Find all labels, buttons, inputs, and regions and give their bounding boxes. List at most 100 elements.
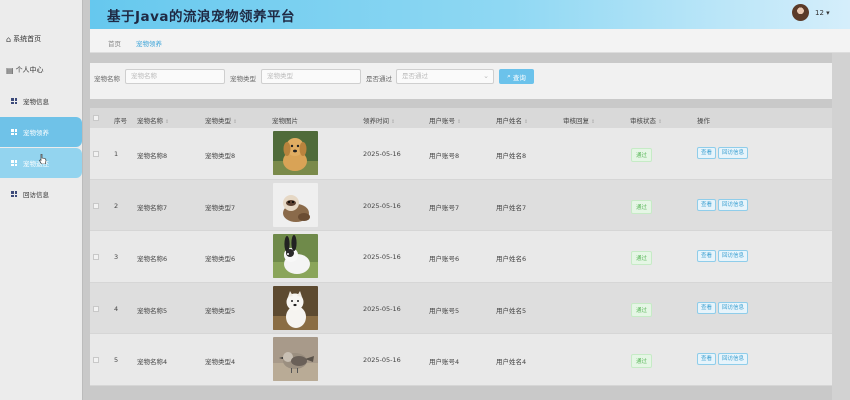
- cell-account: 用户账号8: [429, 152, 460, 160]
- avatar[interactable]: [792, 4, 809, 21]
- status-badge: 通过: [631, 199, 653, 214]
- cell-name: 宠物名称5: [137, 306, 168, 315]
- cell-username: 用户姓名7: [496, 203, 527, 212]
- grid-icon: [11, 191, 17, 197]
- cell-date: 2025-05-16: [363, 356, 401, 364]
- col-index: 序号: [114, 117, 127, 125]
- sort-icon: ⇕: [591, 119, 596, 125]
- row-checkbox[interactable]: [93, 202, 99, 209]
- view-button[interactable]: 查看: [697, 301, 717, 314]
- visit-info-button[interactable]: 回访信息: [718, 353, 749, 365]
- cell-date: 2025-05-16: [363, 150, 401, 158]
- col-photo: 宠物图片: [272, 117, 298, 125]
- status-badge: 通过: [631, 302, 653, 317]
- grid-icon: [11, 98, 17, 104]
- pass-status-placeholder: 是否通过: [402, 72, 428, 80]
- view-button[interactable]: 查看: [697, 147, 717, 159]
- adoption-table: 序号 宠物名称 ⇕ 宠物类型 ⇕ 宠物图片 领养时间 ⇕ 用户账号 ⇕ 用户姓名 ⇕ 审核…: [90, 108, 832, 386]
- col-date[interactable]: 领养时间 ⇕: [363, 115, 395, 125]
- cell-account: 用户账号7: [429, 203, 460, 212]
- view-button[interactable]: 查看: [697, 353, 717, 365]
- pass-status-select[interactable]: 是否通过 ⌄: [396, 69, 494, 84]
- cell-account: 用户账号6: [429, 255, 460, 263]
- pet-photo[interactable]: [273, 234, 318, 278]
- breadcrumb-current: 宠物领养: [136, 40, 162, 48]
- pet-photo[interactable]: [273, 131, 318, 175]
- row-checkbox[interactable]: [93, 357, 99, 363]
- pet-name-input[interactable]: 宠物名称: [125, 69, 225, 84]
- query-button[interactable]: ⌕ 查询: [499, 69, 534, 84]
- cell-username: 用户姓名8: [496, 152, 527, 160]
- cell-index: 5: [114, 356, 119, 364]
- cell-type: 宠物类型7: [205, 203, 236, 212]
- col-type[interactable]: 宠物类型 ⇕: [205, 115, 237, 125]
- sidebar-item-pet-info[interactable]: 宠物信息: [0, 86, 82, 116]
- cell-type: 宠物类型6: [205, 255, 236, 263]
- top-header: 基于Java的流浪宠物领养平台 12 ▾: [90, 0, 850, 29]
- cell-name: 宠物名称6: [137, 255, 168, 263]
- visit-info-button[interactable]: 回访信息: [718, 147, 749, 159]
- home-icon: ⌂: [6, 34, 12, 44]
- cell-name: 宠物名称7: [137, 203, 168, 212]
- select-all-checkbox[interactable]: [93, 115, 99, 121]
- col-status[interactable]: 审核状态 ⇕: [630, 115, 662, 125]
- status-badge: 通过: [631, 148, 653, 162]
- app-title: 基于Java的流浪宠物领养平台: [107, 9, 296, 25]
- view-button[interactable]: 查看: [697, 198, 717, 211]
- cell-date: 2025-05-16: [363, 304, 401, 313]
- sidebar-item-label: 个人中心: [15, 66, 44, 74]
- cell-name: 宠物名称4: [137, 358, 168, 366]
- cell-type: 宠物类型5: [205, 306, 236, 315]
- table-header: 序号 宠物名称 ⇕ 宠物类型 ⇕ 宠物图片 领养时间 ⇕ 用户账号 ⇕ 用户姓名 ⇕ 审核…: [90, 108, 832, 128]
- col-account[interactable]: 用户账号 ⇕: [429, 115, 461, 125]
- sidebar-item-visit[interactable]: 回访信息: [0, 179, 82, 209]
- visit-info-button[interactable]: 回访信息: [718, 250, 749, 262]
- scrollbar-track[interactable]: [832, 53, 850, 400]
- col-ops: 操作: [697, 117, 710, 125]
- hand-cursor-icon: [39, 154, 47, 164]
- sort-icon: ⇕: [391, 119, 396, 125]
- table-body: 1 宠物名称8 宠物类型8 2025-05-16 用户账号8 用户姓名8 通过 查看 回访信息 2…: [90, 128, 832, 386]
- table-row: 3 宠物名称6 宠物类型6 2025-05-16 用户账号6 用户姓名6 通过 查看 回访信息: [90, 231, 832, 283]
- table-row: 2 宠物名称7 宠物类型7 2025-05-16 用户账号7 用户姓名7 通过 查看 回访信息: [90, 179, 832, 231]
- pet-photo[interactable]: [273, 337, 318, 381]
- visit-info-button[interactable]: 回访信息: [718, 301, 749, 314]
- row-checkbox[interactable]: [93, 151, 99, 157]
- sidebar: ⌂ 系统首页 ▤ 个人中心 宠物信息 宠物领养 宠物退还 回访信息: [0, 0, 83, 400]
- cell-username: 用户姓名6: [496, 255, 527, 263]
- breadcrumb-home[interactable]: 首页: [108, 38, 121, 48]
- col-name[interactable]: 宠物名称 ⇕: [137, 115, 169, 125]
- row-checkbox[interactable]: [93, 254, 99, 260]
- table-row: 4 宠物名称5 宠物类型5 2025-05-16 用户账号5 用户姓名5 通过 查看 回访信息: [90, 282, 832, 334]
- pet-photo[interactable]: [273, 285, 318, 330]
- pet-photo[interactable]: [273, 182, 318, 227]
- status-badge: 通过: [631, 251, 653, 265]
- sort-icon: ⇕: [524, 119, 529, 125]
- chevron-down-icon: ⌄: [483, 72, 489, 80]
- pet-type-label: 宠物类型: [230, 75, 256, 83]
- status-badge: 通过: [631, 354, 653, 368]
- pet-type-input[interactable]: 宠物类型: [261, 69, 361, 84]
- cell-date: 2025-05-16: [363, 253, 401, 261]
- sidebar-item-adoption[interactable]: 宠物领养: [0, 117, 82, 147]
- visit-info-button[interactable]: 回访信息: [718, 198, 749, 211]
- cell-date: 2025-05-16: [363, 201, 401, 210]
- col-username[interactable]: 用户姓名 ⇕: [496, 115, 528, 125]
- cell-index: 1: [114, 150, 119, 158]
- user-menu[interactable]: 12 ▾: [815, 9, 830, 17]
- query-button-label: 查询: [512, 73, 526, 82]
- row-checkbox[interactable]: [93, 305, 99, 312]
- sidebar-item-profile[interactable]: ▤ 个人中心: [0, 55, 82, 85]
- pet-name-label: 宠物名称: [94, 75, 120, 83]
- col-reply[interactable]: 审核回复 ⇕: [563, 115, 595, 125]
- search-panel: 宠物名称 宠物名称 宠物类型 宠物类型 是否通过 是否通过 ⌄ ⌕ 查询: [90, 63, 832, 99]
- profile-icon: ▤: [6, 65, 14, 75]
- view-button[interactable]: 查看: [697, 250, 717, 262]
- cell-index: 2: [114, 201, 119, 210]
- sidebar-item-label: 回访信息: [23, 191, 49, 199]
- sort-icon: ⇕: [457, 119, 462, 125]
- sort-icon: ⇕: [233, 119, 238, 125]
- sidebar-item-home[interactable]: ⌂ 系统首页: [0, 24, 82, 54]
- sidebar-item-label: 宠物领养: [23, 129, 49, 137]
- sort-icon: ⇕: [165, 119, 170, 125]
